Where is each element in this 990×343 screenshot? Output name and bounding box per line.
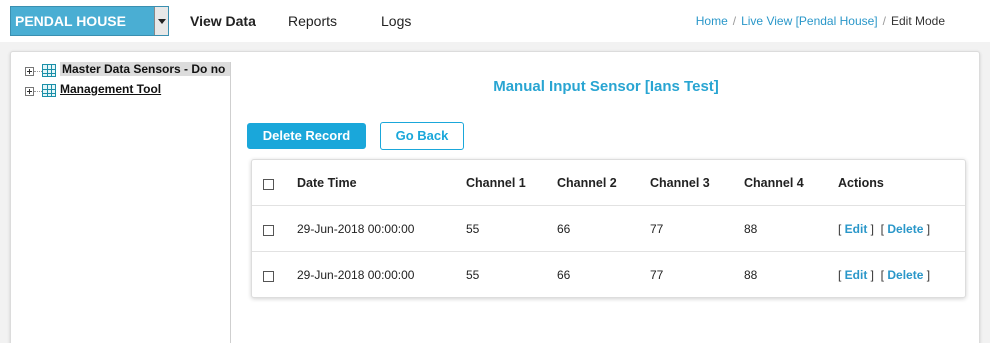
sensor-tree: Master Data Sensors - Do no Management T… bbox=[23, 61, 230, 101]
cell-channel-3: 77 bbox=[650, 268, 664, 282]
tree-item-label[interactable]: Master Data Sensors - Do no bbox=[60, 62, 230, 76]
breadcrumb-home[interactable]: Home bbox=[696, 14, 728, 28]
cell-channel-3: 77 bbox=[650, 222, 664, 236]
table-header-row: Date Time Channel 1 Channel 2 Channel 3 … bbox=[252, 160, 965, 206]
breadcrumb-separator: / bbox=[732, 14, 737, 28]
row-checkbox[interactable] bbox=[263, 225, 274, 236]
bracket: [ bbox=[838, 222, 845, 236]
delete-link[interactable]: Delete bbox=[887, 222, 923, 236]
chevron-down-icon[interactable] bbox=[154, 7, 168, 35]
bracket: [ bbox=[838, 268, 845, 282]
table-row: 29-Jun-2018 00:00:00 55 66 77 88 [ Edit … bbox=[252, 206, 965, 252]
column-header-date-time: Date Time bbox=[297, 176, 357, 190]
column-header-actions: Actions bbox=[838, 176, 884, 190]
tree-item-master-data-sensors[interactable]: Master Data Sensors - Do no bbox=[23, 61, 230, 81]
bracket: ] bbox=[923, 222, 931, 236]
tree-connector bbox=[34, 71, 42, 72]
cell-date-time: 29-Jun-2018 00:00:00 bbox=[297, 268, 415, 282]
cell-actions: [ Edit ] [ Delete ] bbox=[838, 252, 930, 298]
tree-item-management-tool[interactable]: Management Tool bbox=[23, 81, 230, 101]
expand-icon[interactable] bbox=[25, 87, 34, 96]
go-back-button[interactable]: Go Back bbox=[380, 122, 464, 150]
row-checkbox[interactable] bbox=[263, 271, 274, 282]
site-selector[interactable]: PENDAL HOUSE bbox=[10, 6, 169, 36]
breadcrumb: Home / Live View [Pendal House] / Edit Mode bbox=[696, 14, 945, 28]
expand-icon[interactable] bbox=[25, 67, 34, 76]
table-row: 29-Jun-2018 00:00:00 55 66 77 88 [ Edit … bbox=[252, 252, 965, 298]
nav-view-data[interactable]: View Data bbox=[190, 13, 256, 29]
nav-reports[interactable]: Reports bbox=[288, 13, 337, 29]
main-panel: Master Data Sensors - Do no Management T… bbox=[10, 51, 980, 343]
column-header-channel-1: Channel 1 bbox=[466, 176, 526, 190]
bracket: ] [ bbox=[867, 222, 888, 236]
top-bar: PENDAL HOUSE View Data Reports Logs Home… bbox=[0, 0, 990, 42]
cell-channel-4: 88 bbox=[744, 268, 758, 282]
delete-record-button[interactable]: Delete Record bbox=[247, 123, 366, 149]
tree-connector bbox=[34, 91, 42, 92]
panel-divider bbox=[230, 62, 231, 343]
delete-link[interactable]: Delete bbox=[887, 268, 923, 282]
edit-link[interactable]: Edit bbox=[845, 268, 868, 282]
column-header-channel-2: Channel 2 bbox=[557, 176, 617, 190]
cell-channel-1: 55 bbox=[466, 222, 480, 236]
bracket: ] [ bbox=[867, 268, 888, 282]
select-all-checkbox[interactable] bbox=[263, 179, 274, 190]
cell-channel-2: 66 bbox=[557, 268, 571, 282]
column-header-channel-4: Channel 4 bbox=[744, 176, 804, 190]
page-title: Manual Input Sensor [Ians Test] bbox=[493, 78, 719, 95]
bracket: ] bbox=[923, 268, 931, 282]
breadcrumb-live-view[interactable]: Live View [Pendal House] bbox=[741, 14, 878, 28]
breadcrumb-current: Edit Mode bbox=[890, 14, 945, 28]
column-header-channel-3: Channel 3 bbox=[650, 176, 710, 190]
site-selector-value: PENDAL HOUSE bbox=[15, 13, 126, 29]
cell-date-time: 29-Jun-2018 00:00:00 bbox=[297, 222, 415, 236]
cell-channel-4: 88 bbox=[744, 222, 758, 236]
grid-icon bbox=[42, 84, 56, 97]
edit-link[interactable]: Edit bbox=[845, 222, 868, 236]
records-table: Date Time Channel 1 Channel 2 Channel 3 … bbox=[251, 159, 966, 298]
cell-actions: [ Edit ] [ Delete ] bbox=[838, 206, 930, 252]
breadcrumb-separator: / bbox=[882, 14, 886, 28]
cell-channel-2: 66 bbox=[557, 222, 571, 236]
grid-icon bbox=[42, 64, 56, 77]
tree-item-label[interactable]: Management Tool bbox=[60, 82, 230, 96]
cell-channel-1: 55 bbox=[466, 268, 480, 282]
nav-logs[interactable]: Logs bbox=[381, 13, 411, 29]
